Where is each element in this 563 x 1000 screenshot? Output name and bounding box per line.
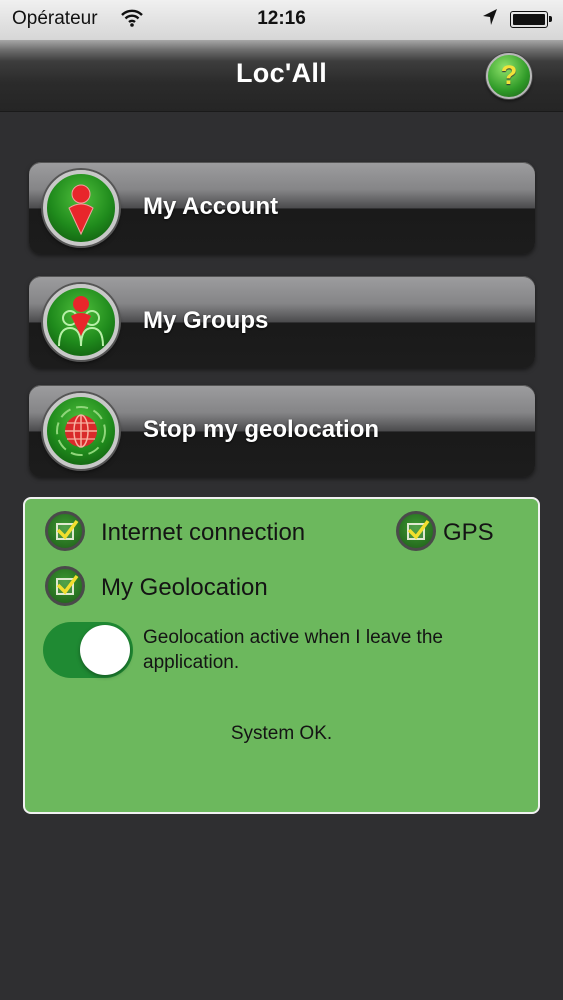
my-account-label: My Account bbox=[143, 193, 279, 220]
status-panel: Internet connection GPS My Geolocation G… bbox=[23, 497, 540, 814]
status-time: 12:16 bbox=[257, 8, 306, 29]
gps-label: GPS bbox=[443, 519, 494, 546]
group-icon bbox=[43, 284, 119, 360]
nav-bar: Loc'All ? bbox=[0, 40, 563, 112]
battery-icon bbox=[510, 11, 552, 28]
globe-icon bbox=[43, 393, 119, 469]
stop-geolocation-button[interactable]: Stop my geolocation bbox=[29, 385, 535, 477]
system-status-text: System OK. bbox=[230, 723, 333, 744]
internet-connection-label: Internet connection bbox=[101, 519, 306, 546]
gps-check-icon bbox=[396, 511, 436, 551]
internet-check-icon bbox=[45, 511, 85, 551]
toggle-label: Geolocation active when I leave the appl… bbox=[143, 627, 443, 673]
help-button[interactable]: ? bbox=[486, 53, 532, 99]
my-groups-button[interactable]: My Groups bbox=[29, 276, 535, 368]
geolocation-check-icon bbox=[45, 566, 85, 606]
page-title: Loc'All bbox=[235, 58, 328, 88]
status-bar: Opérateur 12:16 bbox=[0, 0, 563, 40]
background-geolocation-toggle[interactable] bbox=[43, 622, 133, 678]
my-account-button[interactable]: My Account bbox=[29, 162, 535, 254]
question-mark-icon: ? bbox=[500, 60, 518, 90]
my-groups-label: My Groups bbox=[143, 307, 269, 334]
location-arrow-icon bbox=[482, 8, 498, 32]
my-geolocation-label: My Geolocation bbox=[101, 574, 268, 601]
person-pin-icon bbox=[43, 170, 119, 246]
toggle-knob bbox=[80, 625, 130, 675]
stop-geolocation-label: Stop my geolocation bbox=[143, 416, 380, 443]
